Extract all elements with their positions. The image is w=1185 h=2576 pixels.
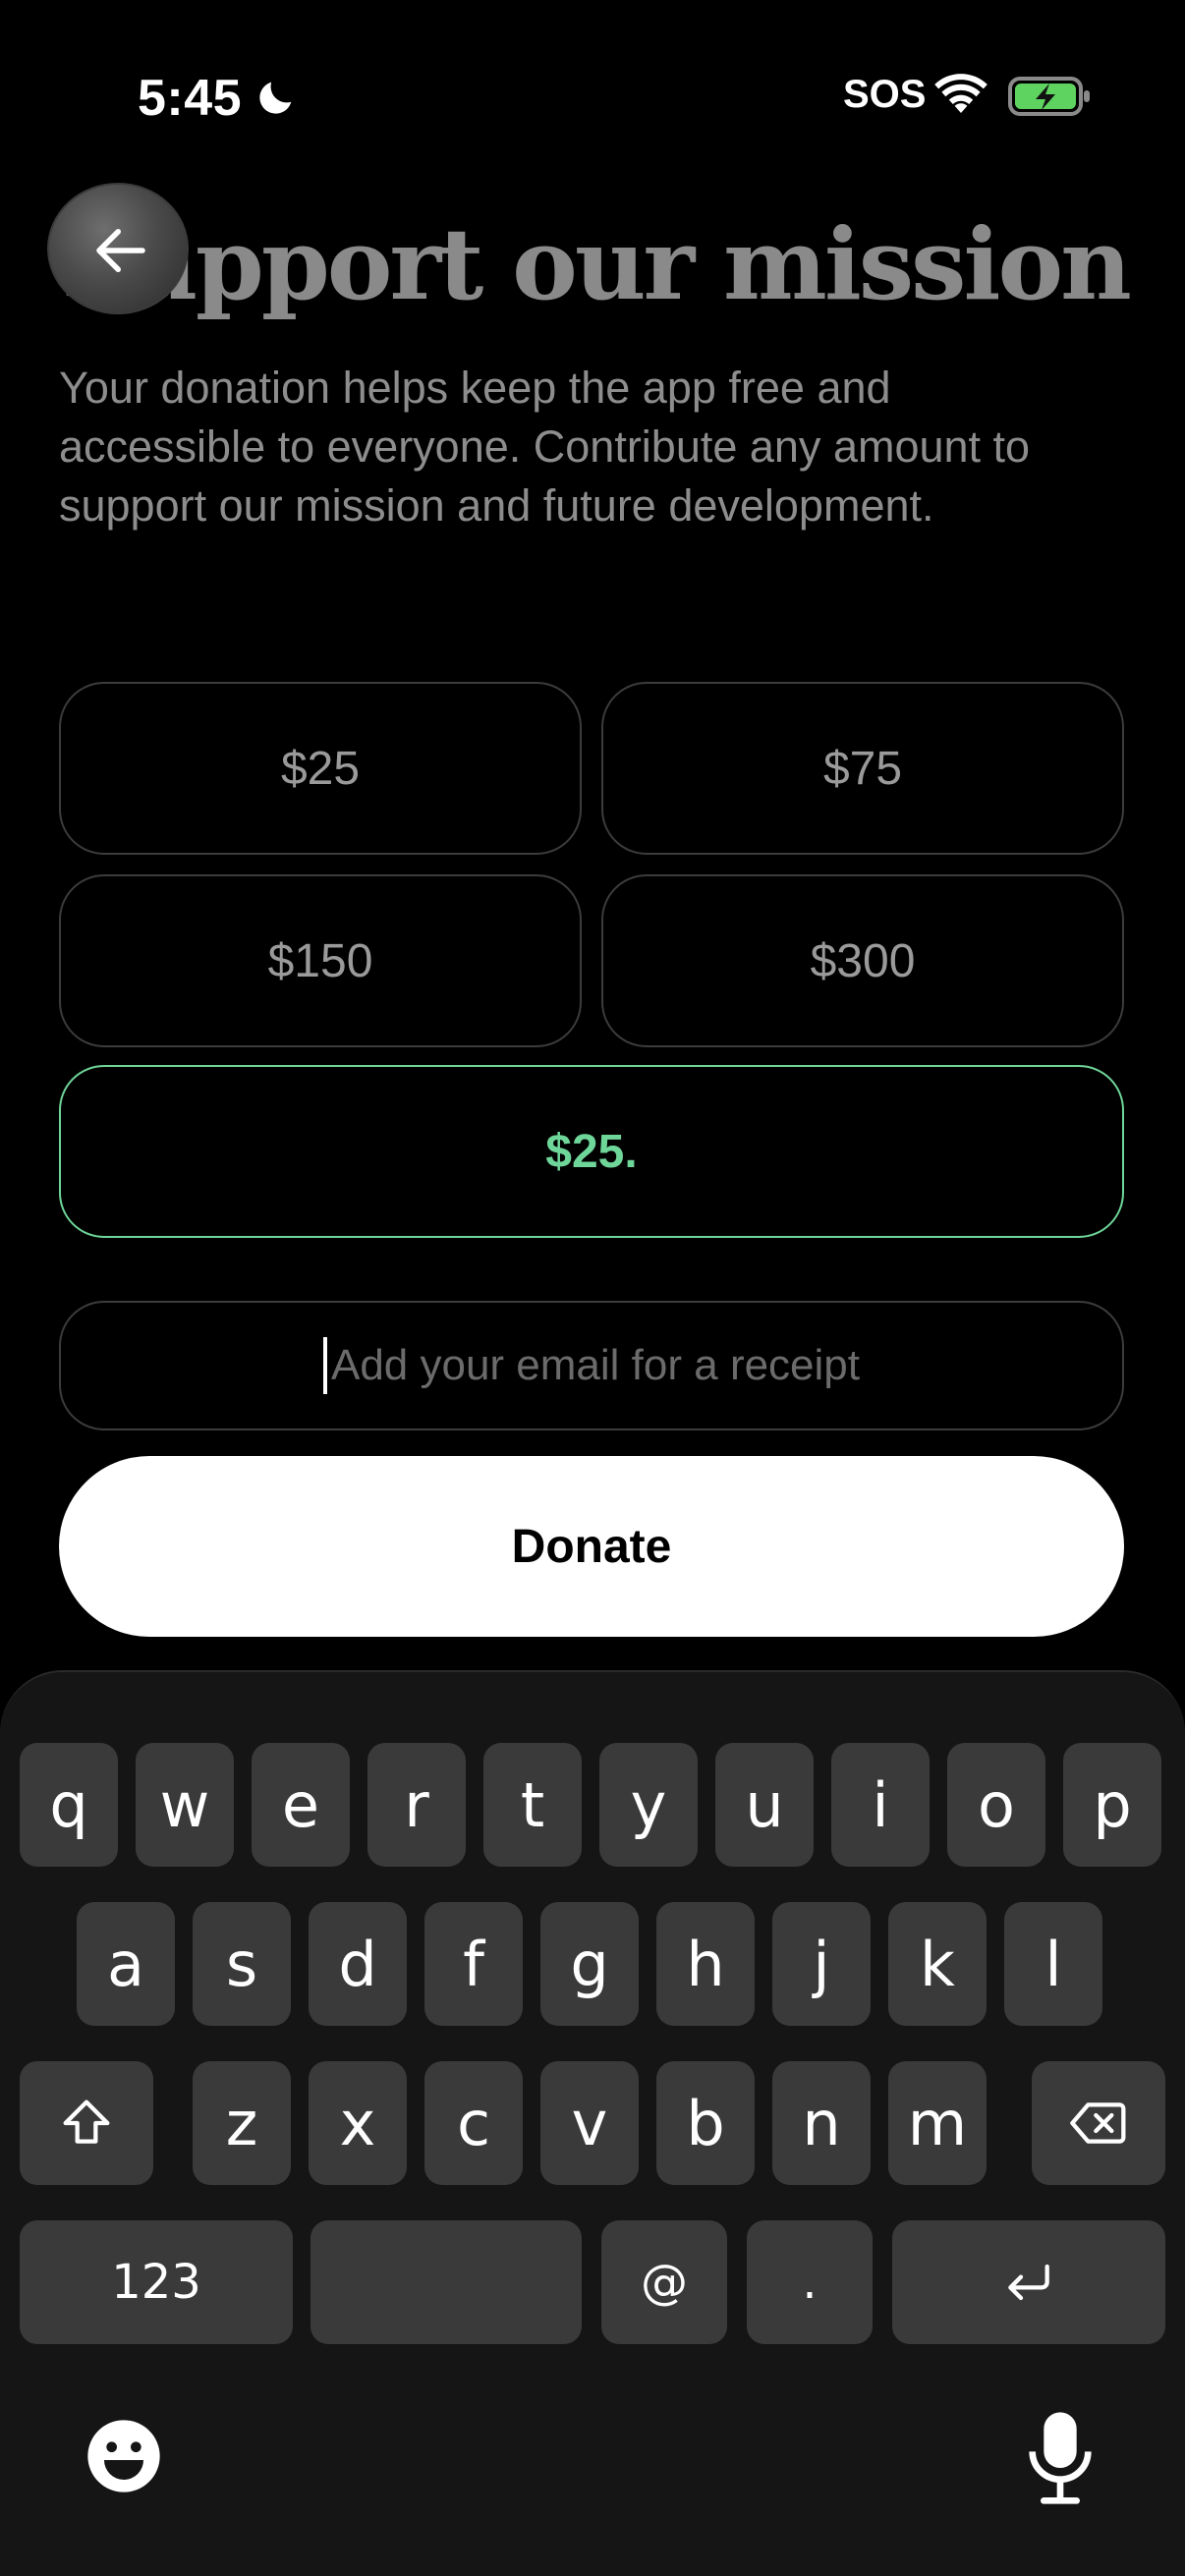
key-d[interactable]: d [309, 1902, 407, 2026]
key-b[interactable]: b [656, 2061, 755, 2185]
moon-icon [259, 82, 292, 114]
key-z[interactable]: z [193, 2061, 291, 2185]
return-key[interactable] [892, 2220, 1165, 2344]
key-p[interactable]: p [1063, 1743, 1161, 1867]
key-h[interactable]: h [656, 1902, 755, 2026]
key-a[interactable]: a [77, 1902, 175, 2026]
donate-button[interactable]: Donate [59, 1456, 1124, 1637]
key-t[interactable]: t [483, 1743, 582, 1867]
battery-charging-icon [1008, 77, 1090, 116]
key-s[interactable]: s [193, 1902, 291, 2026]
sos-indicator: SOS [843, 73, 927, 116]
amount-option-300[interactable]: $300 [601, 874, 1124, 1047]
email-placeholder: Add your email for a receipt [330, 1341, 861, 1389]
key-r[interactable]: r [367, 1743, 466, 1867]
email-field[interactable]: Add your email for a receipt [59, 1301, 1124, 1430]
space-key[interactable] [310, 2220, 582, 2344]
key-w[interactable]: w [136, 1743, 234, 1867]
key-g[interactable]: g [540, 1902, 639, 2026]
shift-icon [63, 2100, 110, 2144]
wifi-icon [934, 74, 988, 113]
page-title: Support our mission [59, 206, 1132, 322]
period-key[interactable]: . [747, 2220, 873, 2344]
back-button[interactable] [47, 183, 189, 314]
text-caret [322, 1337, 327, 1394]
return-icon [1008, 2264, 1049, 2301]
key-l[interactable]: l [1004, 1902, 1102, 2026]
amount-option-25[interactable]: $25 [59, 682, 582, 855]
key-q[interactable]: q [20, 1743, 118, 1867]
emoji-icon[interactable] [85, 2417, 163, 2495]
microphone-icon[interactable] [1026, 2409, 1095, 2507]
key-j[interactable]: j [772, 1902, 871, 2026]
key-c[interactable]: c [424, 2061, 523, 2185]
shift-key[interactable] [20, 2061, 153, 2185]
numbers-key[interactable]: 123 [20, 2220, 293, 2344]
key-y[interactable]: y [599, 1743, 698, 1867]
amount-option-150[interactable]: $150 [59, 874, 582, 1047]
amount-option-75[interactable]: $75 [601, 682, 1124, 855]
key-o[interactable]: o [947, 1743, 1045, 1867]
key-u[interactable]: u [715, 1743, 814, 1867]
backspace-icon [1070, 2102, 1126, 2144]
delete-key[interactable] [1032, 2061, 1165, 2185]
custom-amount-input[interactable]: $25. [59, 1065, 1124, 1238]
key-v[interactable]: v [540, 2061, 639, 2185]
status-time: 5:45 [138, 70, 243, 127]
at-key[interactable]: @ [601, 2220, 727, 2344]
key-k[interactable]: k [888, 1902, 987, 2026]
arrow-left-icon [96, 229, 145, 272]
key-i[interactable]: i [831, 1743, 930, 1867]
key-n[interactable]: n [772, 2061, 871, 2185]
key-f[interactable]: f [424, 1902, 523, 2026]
key-x[interactable]: x [309, 2061, 407, 2185]
key-m[interactable]: m [888, 2061, 987, 2185]
page-subtitle: Your donation helps keep the app free an… [59, 363, 1031, 531]
key-e[interactable]: e [252, 1743, 350, 1867]
